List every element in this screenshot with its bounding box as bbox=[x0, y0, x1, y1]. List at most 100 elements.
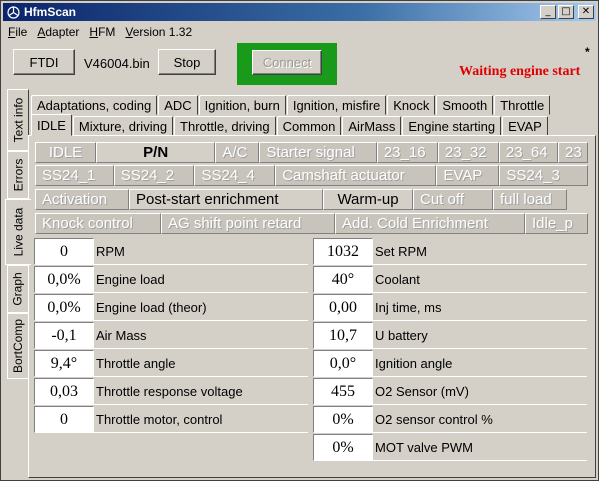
param-label: Engine load (theor) bbox=[94, 294, 308, 321]
menu-version[interactable]: Version 1.32 bbox=[120, 25, 197, 39]
tab-ignition-burn[interactable]: Ignition, burn bbox=[198, 95, 286, 115]
title-bar: HfmScan _ □ ✕ bbox=[3, 3, 596, 21]
connect-button[interactable]: Connect bbox=[252, 50, 322, 75]
minimize-icon[interactable]: _ bbox=[540, 5, 556, 19]
param-value: 1032 bbox=[313, 238, 373, 265]
param-label: O2 Sensor (mV) bbox=[373, 378, 587, 405]
signal-idle: IDLE bbox=[35, 142, 97, 163]
signal-idle-p: Idle_p bbox=[525, 213, 588, 234]
param-label: Throttle angle bbox=[94, 350, 308, 377]
tab-adc[interactable]: ADC bbox=[158, 95, 198, 115]
param-value: 0,03 bbox=[34, 378, 94, 405]
param-value: -0,1 bbox=[34, 322, 94, 349]
tab-engine-starting[interactable]: Engine starting bbox=[402, 116, 502, 136]
param-row: 40° Coolant bbox=[313, 266, 587, 294]
close-icon[interactable]: ✕ bbox=[578, 5, 594, 19]
param-value: 0 bbox=[34, 406, 94, 433]
tab-idle[interactable]: IDLE bbox=[31, 114, 72, 136]
firmware-filename: V46004.bin bbox=[84, 56, 150, 71]
signal-row-1: IDLE P/N A/C Starter signal 23_16 23_32 … bbox=[35, 142, 588, 164]
signal-row-2: SS24_1 SS24_2 SS24_4 Camshaft actuator E… bbox=[35, 165, 588, 187]
signal-ss24-2: SS24_2 bbox=[113, 165, 195, 186]
menu-hfm[interactable]: HFM bbox=[84, 25, 120, 39]
side-tab-text-info[interactable]: Text info bbox=[7, 89, 29, 151]
signal-full-load: full load bbox=[493, 189, 567, 210]
menu-file[interactable]: File bbox=[3, 25, 32, 39]
param-value: 0,0° bbox=[313, 350, 373, 377]
signal-starter: Starter signal bbox=[259, 142, 377, 163]
param-label: Ignition angle bbox=[373, 350, 587, 377]
menu-bar: File Adapter HFM Version 1.32 bbox=[3, 23, 197, 41]
menu-adapter[interactable]: Adapter bbox=[32, 25, 84, 39]
side-tab-errors[interactable]: Errors bbox=[7, 151, 29, 199]
param-label: Throttle response voltage bbox=[94, 378, 308, 405]
tab-row-1: Adaptations, coding ADC Ignition, burn I… bbox=[31, 95, 551, 115]
param-row: 0% MOT valve PWM bbox=[313, 434, 587, 462]
signal-23-32: 23_32 bbox=[437, 142, 499, 163]
param-label: MOT valve PWM bbox=[373, 434, 587, 461]
signal-ag-shift: AG shift point retard bbox=[161, 213, 335, 234]
signal-cold-enrichment: Add. Cold Enrichment bbox=[335, 213, 525, 234]
param-value: 40° bbox=[313, 266, 373, 293]
modified-indicator: * bbox=[585, 45, 590, 59]
signal-23-64: 23_64 bbox=[498, 142, 558, 163]
param-value: 9,4° bbox=[34, 350, 94, 377]
tab-adaptations[interactable]: Adaptations, coding bbox=[31, 95, 158, 115]
tab-knock[interactable]: Knock bbox=[387, 95, 436, 115]
side-tab-bortcomp[interactable]: BortComp bbox=[7, 313, 29, 379]
tab-ignition-misfire[interactable]: Ignition, misfire bbox=[286, 95, 387, 115]
param-row: 0,0% Engine load (theor) bbox=[34, 294, 308, 322]
signal-knock-control: Knock control bbox=[35, 213, 161, 234]
param-label: RPM bbox=[94, 238, 308, 265]
signal-post-start: Post-start enrichment bbox=[129, 189, 323, 210]
window-title: HfmScan bbox=[24, 5, 77, 19]
param-label: Coolant bbox=[373, 266, 587, 293]
param-value: 0% bbox=[313, 406, 373, 433]
param-row: 1032 Set RPM bbox=[313, 238, 587, 266]
param-label: Throttle motor, control bbox=[94, 406, 308, 433]
signal-activation: Activation bbox=[35, 189, 129, 210]
param-row: 0 RPM bbox=[34, 238, 308, 266]
signal-ac: A/C bbox=[215, 142, 260, 163]
param-label: O2 sensor control % bbox=[373, 406, 587, 433]
param-label: U battery bbox=[373, 322, 587, 349]
signal-ss24-3: SS24_3 bbox=[499, 165, 588, 186]
param-label: Set RPM bbox=[373, 238, 587, 265]
param-row: 455 O2 Sensor (mV) bbox=[313, 378, 587, 406]
signal-warm-up: Warm-up bbox=[323, 189, 413, 210]
param-label: Air Mass bbox=[94, 322, 308, 349]
param-row: 0,0° Ignition angle bbox=[313, 350, 587, 378]
tab-smooth[interactable]: Smooth bbox=[436, 95, 494, 115]
signal-pn: P/N bbox=[96, 142, 216, 163]
tab-row-2: IDLE Mixture, driving Throttle, driving … bbox=[31, 114, 549, 136]
signal-row-4: Knock control AG shift point retard Add.… bbox=[35, 213, 588, 235]
param-value: 0,0% bbox=[34, 266, 94, 293]
param-value: 0,00 bbox=[313, 294, 373, 321]
param-value: 0,0% bbox=[34, 294, 94, 321]
param-row: -0,1 Air Mass bbox=[34, 322, 308, 350]
stop-button[interactable]: Stop bbox=[158, 49, 216, 75]
signal-23-16: 23_16 bbox=[376, 142, 438, 163]
param-row: 0,0% Engine load bbox=[34, 266, 308, 294]
side-tab-graph[interactable]: Graph bbox=[7, 265, 29, 313]
tab-evap[interactable]: EVAP bbox=[502, 116, 548, 136]
signal-ss24-1: SS24_1 bbox=[35, 165, 114, 186]
param-label: Engine load bbox=[94, 266, 308, 293]
signal-evap: EVAP bbox=[436, 165, 500, 186]
tab-mixture-driving[interactable]: Mixture, driving bbox=[72, 116, 174, 136]
param-value: 455 bbox=[313, 378, 373, 405]
app-logo-icon bbox=[6, 5, 20, 19]
param-value: 10,7 bbox=[313, 322, 373, 349]
side-tab-live-data[interactable]: Live data bbox=[5, 199, 31, 265]
tab-throttle-driving[interactable]: Throttle, driving bbox=[174, 116, 276, 136]
param-row: 0% O2 sensor control % bbox=[313, 406, 587, 434]
left-params-grid: 0 RPM 0,0% Engine load 0,0% Engine load (th… bbox=[34, 238, 308, 434]
signal-cut-off: Cut off bbox=[413, 189, 493, 210]
tab-throttle[interactable]: Throttle bbox=[494, 95, 551, 115]
ftdi-button[interactable]: FTDI bbox=[13, 49, 75, 75]
tab-airmass[interactable]: AirMass bbox=[342, 116, 402, 136]
maximize-icon[interactable]: □ bbox=[558, 5, 574, 19]
param-row: 9,4° Throttle angle bbox=[34, 350, 308, 378]
param-row: 0,03 Throttle response voltage bbox=[34, 378, 308, 406]
tab-common[interactable]: Common bbox=[276, 116, 342, 136]
